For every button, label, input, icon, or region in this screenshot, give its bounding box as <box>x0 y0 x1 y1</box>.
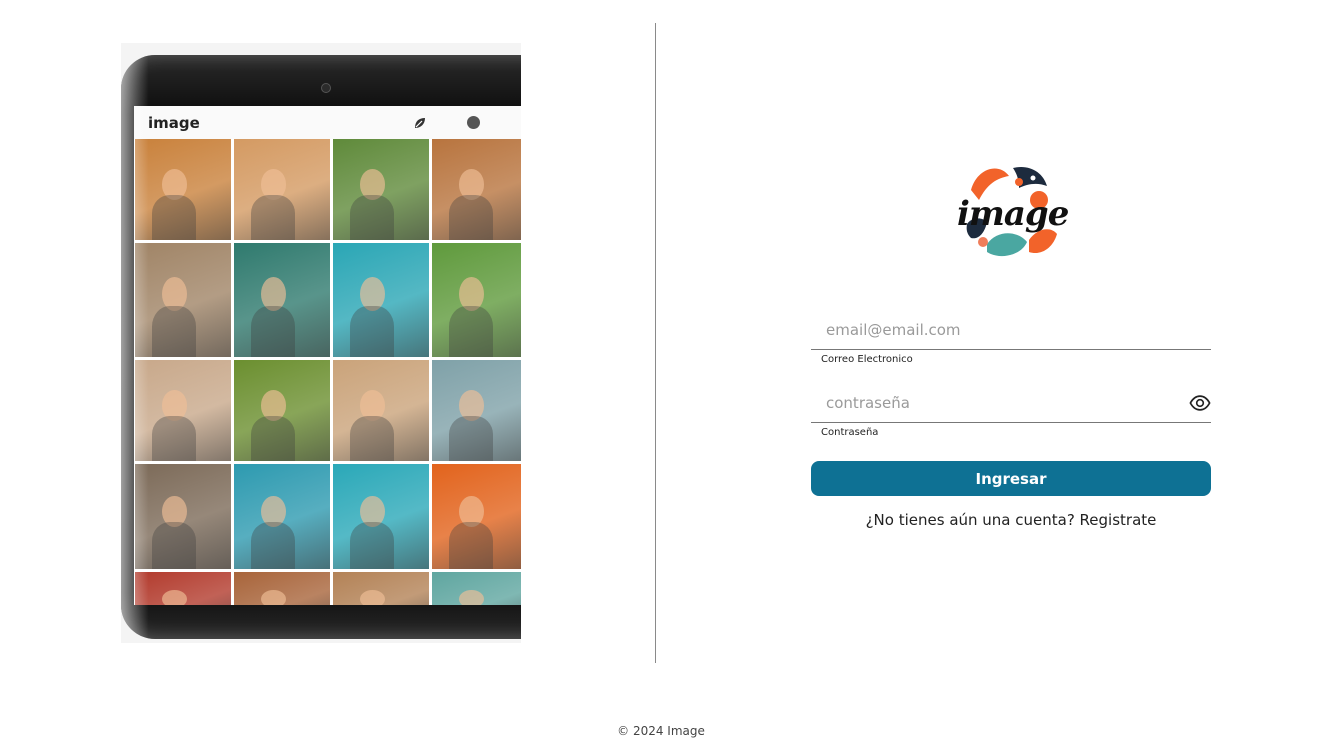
brand-logo-text: image <box>957 194 1069 234</box>
tablet-camera <box>321 83 331 93</box>
hero-tablet-illustration: image <box>121 43 521 643</box>
photo-tile <box>234 139 330 240</box>
email-input[interactable] <box>811 312 1211 348</box>
profile-dot-icon <box>467 116 480 129</box>
photo-tile <box>432 243 521 357</box>
photo-tile <box>333 464 429 569</box>
photo-tile <box>333 243 429 357</box>
tablet-app-icons <box>413 116 480 130</box>
photo-tile <box>432 572 521 605</box>
login-form: Correo Electronico Contraseña Ingresar ¿… <box>811 312 1211 529</box>
photo-tile <box>135 360 231 461</box>
photo-tile <box>333 572 429 605</box>
photo-tile <box>234 572 330 605</box>
photo-tile <box>135 464 231 569</box>
brand-logo: image <box>957 160 1069 266</box>
photo-tile <box>432 139 521 240</box>
email-helper-text: Correo Electronico <box>821 354 913 365</box>
leaf-icon <box>415 117 425 128</box>
photo-tile <box>432 464 521 569</box>
tablet-app-logo: image <box>148 113 200 132</box>
photo-tile <box>234 243 330 357</box>
password-helper-text: Contraseña <box>821 427 879 438</box>
photo-tile <box>135 243 231 357</box>
eye-icon[interactable] <box>1189 392 1211 414</box>
photo-tile <box>432 360 521 461</box>
photo-tile <box>135 139 231 240</box>
photo-tile <box>333 360 429 461</box>
photo-tile <box>234 360 330 461</box>
vertical-divider <box>655 23 656 663</box>
password-field <box>811 385 1211 423</box>
login-button[interactable]: Ingresar <box>811 461 1211 496</box>
footer-copyright: © 2024 Image <box>617 724 705 738</box>
photo-tile <box>234 464 330 569</box>
tablet-app-bar: image <box>134 106 521 139</box>
password-input[interactable] <box>811 385 1211 421</box>
photo-grid <box>134 139 521 605</box>
register-link[interactable]: ¿No tienes aún una cuenta? Registrate <box>811 511 1211 529</box>
photo-tile <box>333 139 429 240</box>
tablet-frame: image <box>121 55 521 639</box>
login-page: image image email@email.com Correo Elect… <box>0 0 1322 745</box>
email-field <box>811 312 1211 350</box>
tablet-screen: image <box>134 106 521 605</box>
photo-tile <box>135 572 231 605</box>
